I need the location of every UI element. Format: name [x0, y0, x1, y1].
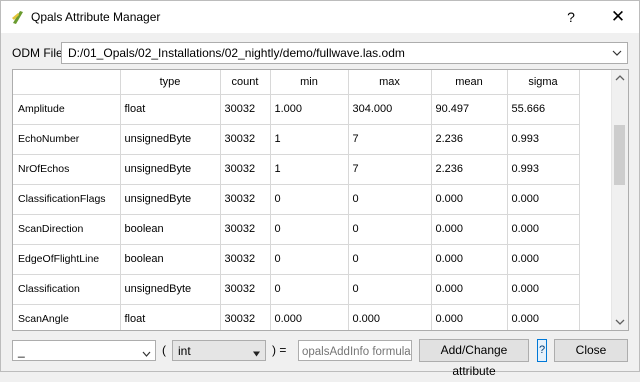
cell-sigma[interactable]: 0.000 — [507, 304, 580, 330]
open-paren-label: ( — [162, 343, 166, 357]
cell-min[interactable]: 1.000 — [270, 94, 349, 125]
cell-min[interactable]: 1 — [270, 154, 349, 185]
row-header-classificationflags[interactable]: ClassificationFlags — [13, 184, 121, 215]
close-icon[interactable]: ✕ — [604, 7, 632, 27]
cell-max[interactable]: 7 — [348, 124, 432, 155]
close-paren-equals-label: ) = — [272, 343, 287, 357]
cell-mean[interactable]: 0.000 — [431, 184, 508, 215]
odm-file-select[interactable]: D:/01_Opals/02_Installations/02_nightly/… — [61, 42, 628, 64]
formula-input[interactable] — [298, 340, 412, 361]
row-header-echonumber[interactable]: EchoNumber — [13, 124, 121, 155]
cell-count[interactable]: 30032 — [220, 304, 271, 330]
cell-type[interactable]: float — [120, 94, 221, 125]
table-row[interactable]: NrOfEchos unsignedByte 30032 1 7 2.236 0.993 — [13, 154, 580, 185]
scrollbar-thumb[interactable] — [614, 125, 625, 185]
cell-count[interactable]: 30032 — [220, 124, 271, 155]
row-header-scandirection[interactable]: ScanDirection — [13, 214, 121, 245]
cell-count[interactable]: 30032 — [220, 94, 271, 125]
table-row[interactable]: EdgeOfFlightLine boolean 30032 0 0 0.000 0.000 — [13, 244, 580, 275]
table-row[interactable]: EchoNumber unsignedByte 30032 1 7 2.236 0.993 — [13, 124, 580, 155]
column-header-max[interactable]: max — [348, 70, 432, 95]
cell-mean[interactable]: 2.236 — [431, 124, 508, 155]
cell-mean[interactable]: 0.000 — [431, 214, 508, 245]
caret-down-icon — [252, 347, 261, 357]
column-header-type[interactable]: type — [120, 70, 221, 95]
cell-min[interactable]: 0 — [270, 184, 349, 215]
attribute-name-select[interactable]: _ — [12, 340, 156, 361]
cell-min[interactable]: 0 — [270, 244, 349, 275]
help-icon[interactable]: ? — [557, 7, 585, 27]
cell-type[interactable]: unsignedByte — [120, 274, 221, 305]
attribute-name-value: _ — [18, 344, 25, 358]
cell-type[interactable]: unsignedByte — [120, 124, 221, 155]
table-corner — [13, 70, 121, 95]
row-header-nrofechos[interactable]: NrOfEchos — [13, 154, 121, 185]
chevron-down-icon — [142, 347, 151, 357]
cell-max[interactable]: 0 — [348, 184, 432, 215]
cell-mean[interactable]: 0.000 — [431, 274, 508, 305]
scroll-down-icon[interactable] — [612, 314, 628, 330]
cell-mean[interactable]: 0.000 — [431, 304, 508, 330]
cell-count[interactable]: 30032 — [220, 154, 271, 185]
odm-file-value: D:/01_Opals/02_Installations/02_nightly/… — [68, 46, 405, 60]
cell-type[interactable]: unsignedByte — [120, 154, 221, 185]
attribute-type-value: int — [178, 344, 191, 358]
column-header-count[interactable]: count — [220, 70, 271, 95]
cell-max[interactable]: 0 — [348, 274, 432, 305]
odm-file-label: ODM File — [12, 46, 63, 60]
row-header-edgeofflightline[interactable]: EdgeOfFlightLine — [13, 244, 121, 275]
scroll-up-icon[interactable] — [612, 70, 628, 86]
qgis-app-icon — [10, 9, 26, 25]
row-header-classification[interactable]: Classification — [13, 274, 121, 305]
cell-min[interactable]: 0.000 — [270, 304, 349, 330]
cell-type[interactable]: boolean — [120, 214, 221, 245]
chevron-down-icon — [612, 47, 622, 57]
cell-max[interactable]: 0 — [348, 214, 432, 245]
cell-count[interactable]: 30032 — [220, 214, 271, 245]
cell-max[interactable]: 304.000 — [348, 94, 432, 125]
close-button[interactable]: Close — [554, 339, 628, 362]
attribute-type-select[interactable]: int — [172, 340, 266, 361]
cell-sigma[interactable]: 0.000 — [507, 214, 580, 245]
cell-count[interactable]: 30032 — [220, 184, 271, 215]
table-row[interactable]: ClassificationFlags unsignedByte 30032 0 0 0.… — [13, 184, 580, 215]
table-header-row: type count min max mean sigma — [13, 70, 580, 95]
cell-max[interactable]: 7 — [348, 154, 432, 185]
table-row[interactable]: ScanAngle float 30032 0.000 0.000 0.000 0.000 — [13, 304, 580, 330]
table-row[interactable]: Amplitude float 30032 1.000 304.000 90.497 55.… — [13, 94, 580, 125]
row-header-amplitude[interactable]: Amplitude — [13, 94, 121, 125]
help-button[interactable]: ? — [537, 339, 547, 362]
cell-type[interactable]: float — [120, 304, 221, 330]
cell-sigma[interactable]: 0.000 — [507, 244, 580, 275]
vertical-scrollbar[interactable] — [611, 70, 628, 330]
cell-sigma[interactable]: 0.000 — [507, 184, 580, 215]
add-change-attribute-button[interactable]: Add/Change attribute — [419, 339, 529, 378]
cell-max[interactable]: 0 — [348, 244, 432, 275]
cell-max[interactable]: 0.000 — [348, 304, 432, 330]
cell-sigma[interactable]: 55.666 — [507, 94, 580, 125]
cell-mean[interactable]: 0.000 — [431, 244, 508, 275]
title-bar: Qpals Attribute Manager ? ✕ — [1, 1, 639, 33]
cell-type[interactable]: boolean — [120, 244, 221, 275]
cell-min[interactable]: 1 — [270, 124, 349, 155]
window-title: Qpals Attribute Manager — [31, 10, 161, 24]
cell-min[interactable]: 0 — [270, 274, 349, 305]
cell-min[interactable]: 0 — [270, 214, 349, 245]
cell-sigma[interactable]: 0.993 — [507, 124, 580, 155]
column-header-sigma[interactable]: sigma — [507, 70, 580, 95]
cell-sigma[interactable]: 0.000 — [507, 274, 580, 305]
cell-count[interactable]: 30032 — [220, 274, 271, 305]
cell-mean[interactable]: 90.497 — [431, 94, 508, 125]
cell-count[interactable]: 30032 — [220, 244, 271, 275]
row-header-scanangle[interactable]: ScanAngle — [13, 304, 121, 330]
attribute-table[interactable]: type count min max mean sigma Amplitude f… — [12, 69, 629, 331]
attribute-manager-window: Qpals Attribute Manager ? ✕ ODM File D:/… — [0, 0, 640, 378]
column-header-mean[interactable]: mean — [431, 70, 508, 95]
cell-sigma[interactable]: 0.993 — [507, 154, 580, 185]
table-row[interactable]: Classification unsignedByte 30032 0 0 0.000 0.… — [13, 274, 580, 305]
cell-type[interactable]: unsignedByte — [120, 184, 221, 215]
column-header-min[interactable]: min — [270, 70, 349, 95]
table-row[interactable]: ScanDirection boolean 30032 0 0 0.000 0.000 — [13, 214, 580, 245]
cell-mean[interactable]: 2.236 — [431, 154, 508, 185]
